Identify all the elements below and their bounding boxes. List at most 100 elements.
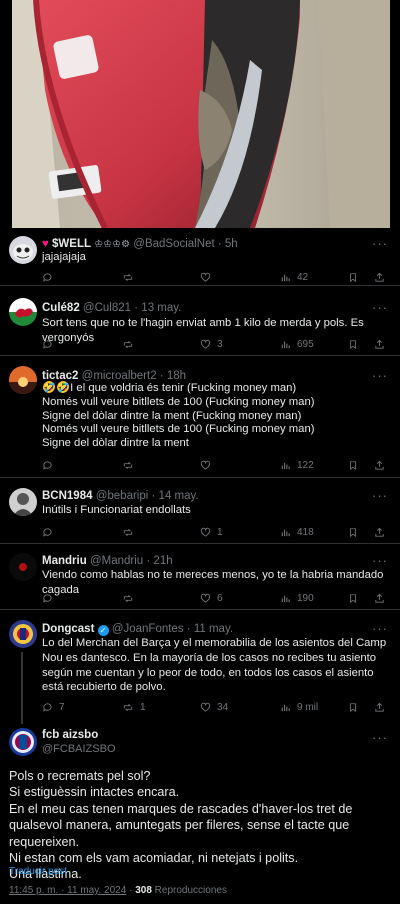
more-options-icon[interactable]: ··· [372,488,388,503]
action-bar: 122 [42,460,390,476]
like-button[interactable] [200,272,217,283]
share-button[interactable] [374,272,385,283]
reply-button[interactable] [42,460,59,471]
bookmark-button[interactable] [348,702,358,713]
repost-icon [122,339,134,350]
avatar[interactable] [9,298,37,326]
like-button[interactable]: 6 [200,593,223,604]
repost-button[interactable]: 1 [122,702,146,713]
more-options-icon[interactable]: ··· [372,236,388,251]
user-name[interactable]: $WELL [52,238,91,250]
repost-button[interactable] [122,527,140,538]
more-options-icon[interactable]: ··· [372,621,388,636]
translate-link[interactable]: Traducir post [9,866,67,877]
views-button[interactable]: 418 [280,527,314,538]
reply-button[interactable] [42,527,59,538]
bookmark-button[interactable] [348,339,358,350]
repost-button[interactable] [122,339,140,350]
user-handle[interactable]: @JoanFontes [112,623,184,635]
like-icon [200,527,211,538]
post-photo[interactable] [0,0,400,228]
views-button[interactable]: 9 mil [280,702,318,713]
reply-icon [42,460,53,471]
views-button[interactable]: 190 [280,593,314,604]
more-options-icon[interactable]: ··· [372,553,388,568]
more-options-icon[interactable]: ··· [372,730,388,745]
bookmark-icon [348,339,358,350]
views-icon [280,460,291,471]
user-name[interactable]: Mandriu [42,555,87,567]
views-icon [280,339,291,350]
replies-count: 7 [59,702,65,713]
like-icon [200,339,211,350]
reply-text: jajajajaja [42,251,86,263]
post-time[interactable]: 13 may. [141,302,181,314]
repost-button[interactable] [122,272,140,283]
avatar[interactable] [9,620,37,648]
like-icon [200,272,211,283]
views-button[interactable]: 122 [280,460,314,471]
reply-icon [42,593,53,604]
share-button[interactable] [374,339,385,350]
user-name[interactable]: Dongcast [42,623,94,635]
repost-button[interactable] [122,460,140,471]
post-time[interactable]: 21h [153,555,172,567]
reply-icon [42,702,53,713]
repost-icon [122,460,134,471]
bookmark-button[interactable] [348,460,358,471]
verified-badge-icon: ✓ [97,625,109,636]
reposts-count: 1 [140,702,146,713]
avatar[interactable] [9,553,37,581]
bookmark-icon [348,593,358,604]
reply-button[interactable] [42,339,59,350]
user-name[interactable]: Culé82 [42,302,80,314]
share-icon [374,702,385,713]
post-time[interactable]: 5h [225,238,238,250]
action-bar: 1 418 [42,527,390,543]
views-button[interactable]: 695 [280,339,314,350]
user-handle[interactable]: @Cul821 [83,302,131,314]
bookmark-button[interactable] [348,527,358,538]
like-button[interactable]: 1 [200,527,223,538]
views-icon [280,527,291,538]
bookmark-button[interactable] [348,593,358,604]
share-button[interactable] [374,702,385,713]
views-button[interactable]: 42 [280,272,308,283]
avatar[interactable] [9,236,37,264]
user-name[interactable]: fcb aizsbo [42,729,98,741]
share-button[interactable] [374,527,385,538]
avatar[interactable] [9,366,37,394]
avatar[interactable] [9,728,37,756]
repost-button[interactable] [122,593,140,604]
action-bar: 7 1 34 9 mil [42,702,390,718]
views-icon [280,702,291,713]
share-icon [374,527,385,538]
stadium-seat-image [0,0,400,228]
thread-line [21,652,23,724]
share-button[interactable] [374,460,385,471]
like-button[interactable]: 34 [200,702,228,713]
user-handle[interactable]: @Mandriu [90,555,143,567]
views-icon [280,593,291,604]
user-handle[interactable]: @bebaripi [96,490,149,502]
reply-button[interactable]: 7 [42,702,65,713]
post-timestamp[interactable]: 11:45 p. m. · 11 may. 2024 [9,885,126,896]
reply-button[interactable] [42,272,59,283]
more-options-icon[interactable]: ··· [372,300,388,315]
badge-icons: ♔♔♔⚙ [94,239,131,250]
post-time[interactable]: 11 may. [194,623,233,635]
like-button[interactable] [200,460,217,471]
reply-button[interactable] [42,593,59,604]
share-icon [374,593,385,604]
user-handle[interactable]: @BadSocialNet [133,238,214,250]
post-time[interactable]: 14 may. [159,490,199,502]
views-count: 418 [297,527,314,538]
likes-count: 1 [217,527,223,538]
user-name[interactable]: BCN1984 [42,490,93,502]
user-handle[interactable]: @FCBAIZSBO [42,743,116,755]
bookmark-button[interactable] [348,272,358,283]
share-button[interactable] [374,593,385,604]
like-button[interactable]: 3 [200,339,223,350]
avatar[interactable] [9,488,37,516]
like-icon [200,460,211,471]
